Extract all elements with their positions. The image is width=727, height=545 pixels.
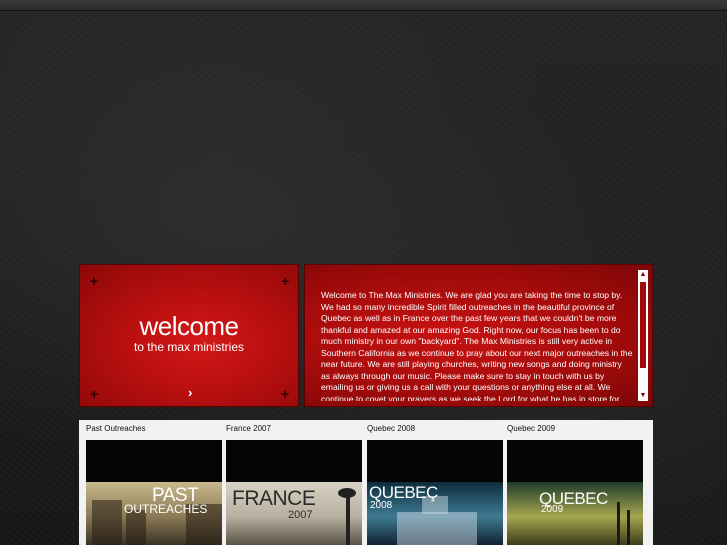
welcome-subtitle: to the max ministries bbox=[133, 340, 245, 354]
gallery-thumbnail[interactable]: FRANCE 2007 bbox=[226, 440, 362, 545]
thumbnail-subtitle: 2008 bbox=[370, 500, 393, 511]
gallery-thumbnail[interactable]: PAST OUTREACHES bbox=[86, 440, 222, 545]
plus-icon: + bbox=[281, 386, 290, 402]
top-bar bbox=[0, 0, 727, 11]
plus-icon: + bbox=[90, 273, 99, 289]
welcome-title: welcome bbox=[139, 311, 239, 341]
thumbnail-subtitle: 2009 bbox=[541, 504, 564, 515]
scrollbar-thumb[interactable] bbox=[640, 282, 646, 368]
thumbnail-title: FRANCE bbox=[232, 487, 316, 510]
chevron-right-icon[interactable]: › bbox=[188, 385, 192, 400]
plus-icon: + bbox=[281, 273, 290, 289]
welcome-text-panel: Welcome to The Max Ministries. We are gl… bbox=[304, 264, 653, 407]
gallery-item-label[interactable]: Past Outreaches bbox=[86, 424, 146, 433]
welcome-text: Welcome to The Max Ministries. We are gl… bbox=[321, 290, 633, 401]
gallery-item-label[interactable]: Quebec 2009 bbox=[507, 424, 555, 433]
plus-icon: + bbox=[90, 386, 99, 402]
gallery-item-label[interactable]: Quebec 2008 bbox=[367, 424, 415, 433]
gallery-thumbnail[interactable]: QUEBEÇ 2008 bbox=[367, 440, 503, 545]
outreach-gallery: Past Outreaches PAST OUTREACHES France 2… bbox=[79, 420, 653, 545]
triangle-down-icon[interactable]: ▼ bbox=[638, 391, 648, 401]
scrollbar[interactable]: ▲ ▼ bbox=[638, 270, 648, 401]
gallery-item-label[interactable]: France 2007 bbox=[226, 424, 271, 433]
triangle-up-icon[interactable]: ▲ bbox=[638, 270, 648, 280]
gallery-thumbnail[interactable]: QUEBEC 2009 bbox=[507, 440, 643, 545]
welcome-banner: + + + + welcome to the max ministries › bbox=[79, 264, 299, 407]
thumbnail-subtitle: OUTREACHES bbox=[124, 502, 208, 516]
thumbnail-subtitle: 2007 bbox=[288, 509, 313, 521]
